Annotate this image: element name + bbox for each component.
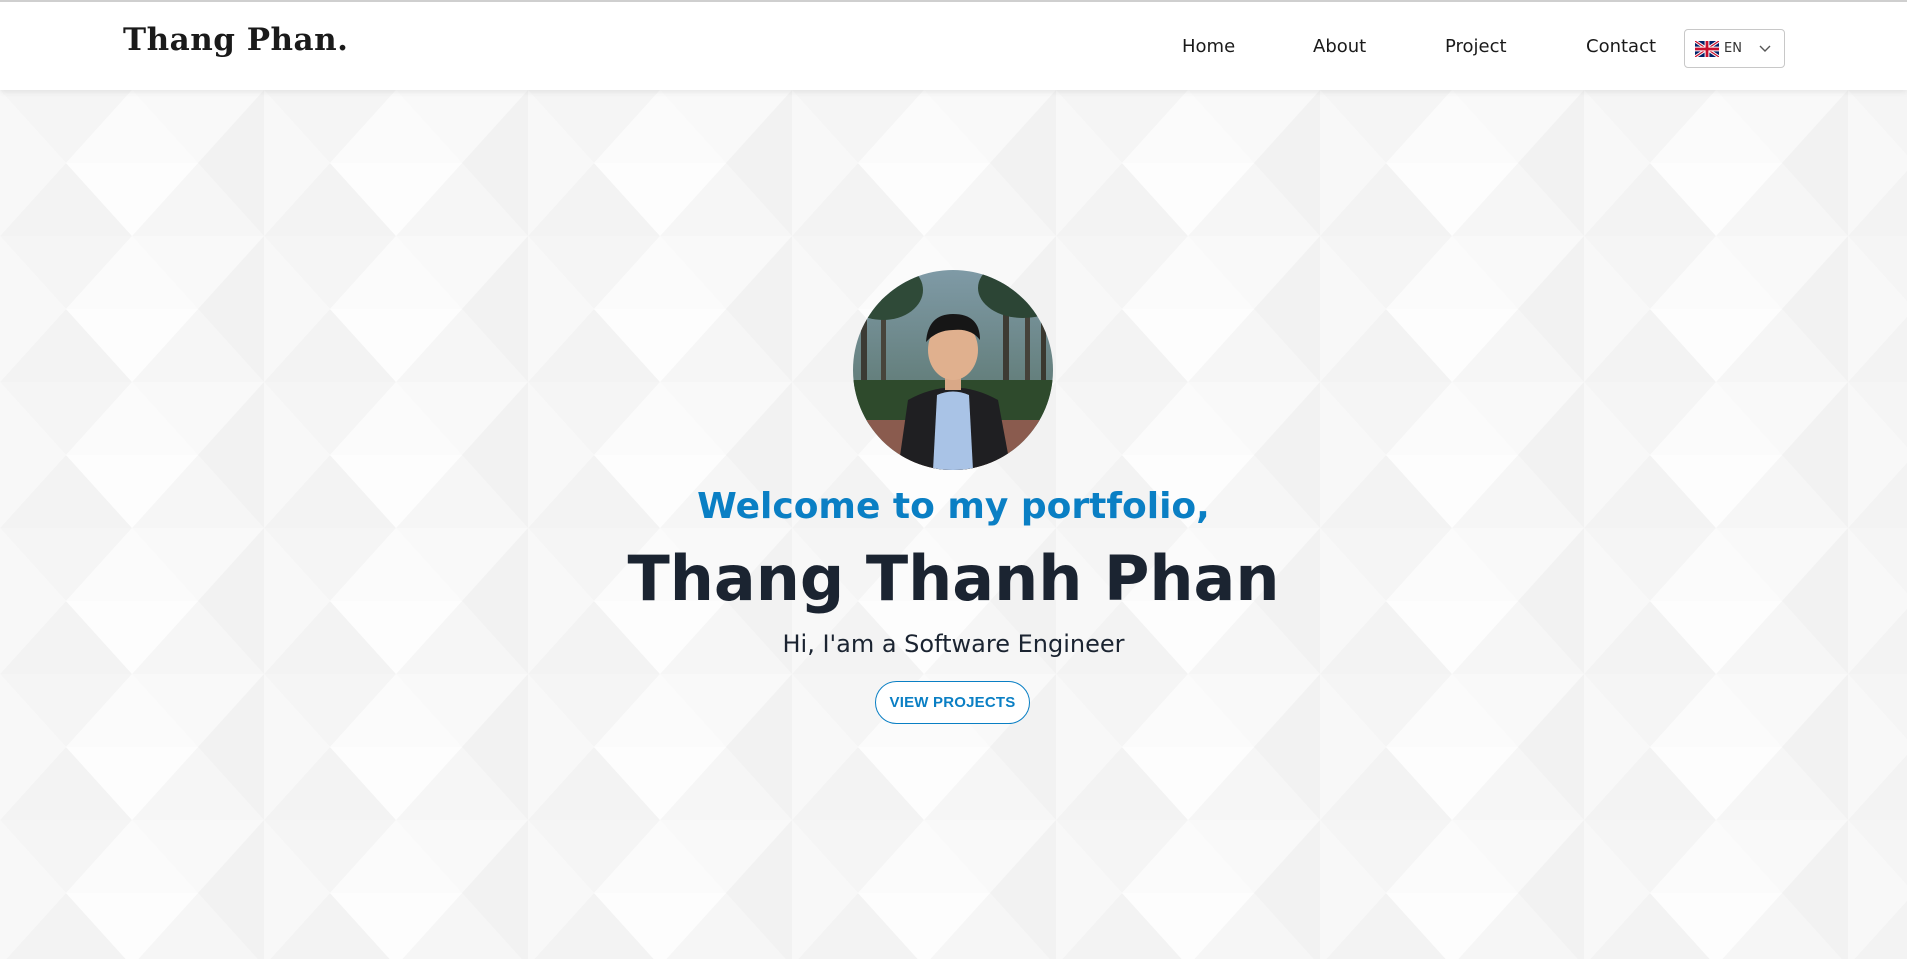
nav-contact-link[interactable]: Contact [1586,36,1656,57]
tagline-text: Hi, I'am a Software Engineer [782,630,1125,658]
view-projects-button[interactable]: VIEW PROJECTS [875,681,1030,724]
nav-about-link[interactable]: About [1313,36,1366,57]
language-selector[interactable]: EN [1684,29,1785,68]
language-code: EN [1724,41,1742,56]
nav-project-link[interactable]: Project [1445,36,1507,57]
hero-section: Welcome to my portfolio, Thang Thanh Pha… [0,90,1907,959]
profile-photo [853,270,1053,470]
profile-avatar [853,270,1053,470]
site-header: Thang Phan. Home About Project Contact E… [0,0,1907,90]
welcome-heading: Welcome to my portfolio, [697,486,1210,527]
uk-flag-icon [1695,40,1719,57]
main-nav: Home About Project Contact [0,36,1907,66]
nav-home-link[interactable]: Home [1182,36,1235,57]
full-name-heading: Thang Thanh Phan [627,542,1280,615]
portfolio-page: Thang Phan. Home About Project Contact E… [0,0,1907,959]
chevron-down-icon [1759,45,1771,52]
